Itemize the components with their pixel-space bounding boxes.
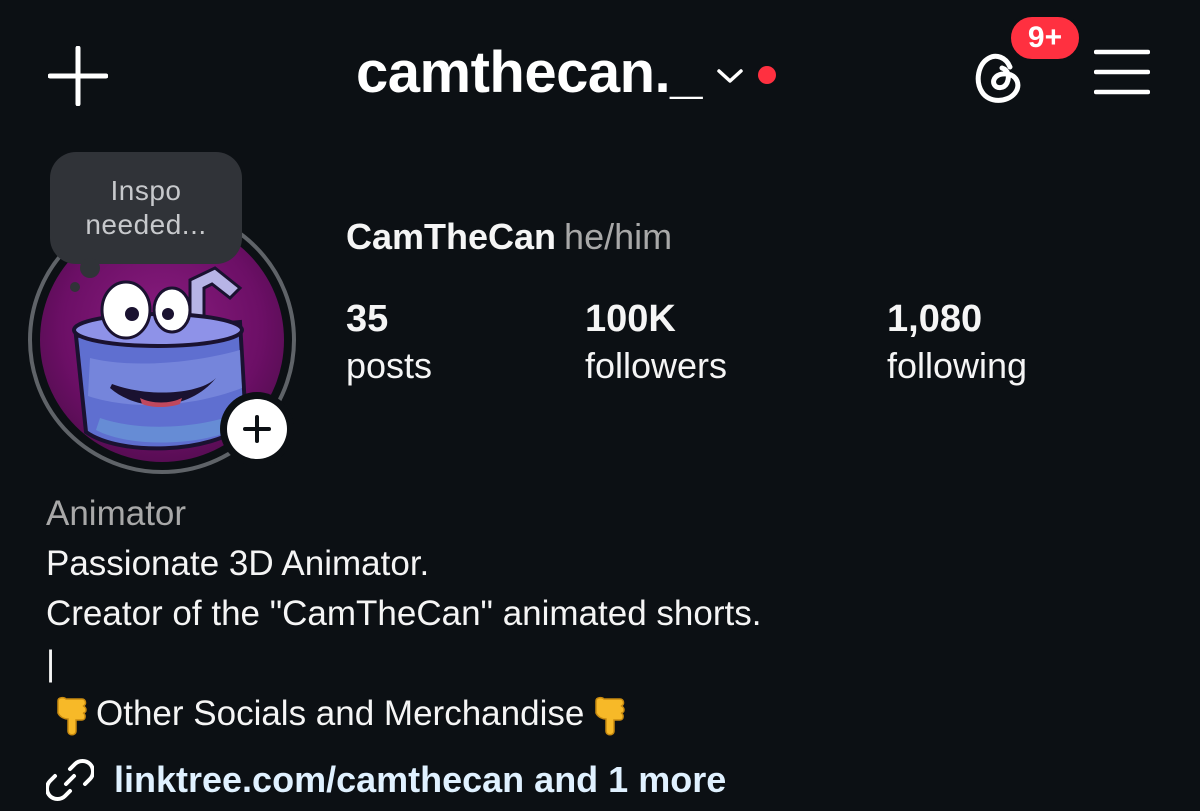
posts-label: posts: [346, 345, 433, 386]
followers-label: followers: [585, 345, 728, 386]
notification-badge: 9+: [1008, 14, 1082, 62]
pronouns: he/him: [564, 216, 673, 257]
pointing-down-hand-icon: [595, 696, 626, 736]
bio-link[interactable]: linktree.com/camthecan and 1 more: [46, 756, 726, 804]
add-story-button[interactable]: [220, 392, 294, 466]
unread-dot: [757, 66, 776, 84]
profile-name-line: CamTheCan he/him: [346, 214, 672, 260]
link-text[interactable]: linktree.com/camthecan and 1 more: [114, 756, 726, 804]
display-name: CamTheCan: [346, 216, 557, 257]
bio-line: Other Socials and Merchandise: [52, 690, 628, 738]
plus-icon: [243, 415, 271, 443]
note-text-line2: needed...: [85, 209, 207, 240]
following-label: following: [887, 345, 1028, 386]
posts-count: 35: [346, 298, 389, 340]
account-switcher[interactable]: camthecan._: [356, 38, 776, 108]
chevron-down-icon[interactable]: [716, 66, 744, 86]
bio-line: Creator of the "CamTheCan" animated shor…: [46, 594, 762, 633]
bio-line: |: [46, 644, 56, 683]
following-count: 1,080: [887, 298, 983, 340]
note-bubble-tail-small: [70, 282, 80, 292]
note-text-line1: Inspo: [110, 175, 182, 206]
note-bubble-tail: [80, 258, 100, 278]
bio-line: Passionate 3D Animator.: [46, 544, 430, 583]
username[interactable]: camthecan._: [356, 38, 702, 108]
create-plus-icon[interactable]: [47, 45, 109, 107]
bio-line-text: Other Socials and Merchandise: [96, 694, 585, 733]
pointing-down-hand-icon: [57, 696, 87, 736]
link-icon: [46, 759, 94, 801]
add-story-circle: [227, 399, 287, 459]
followers-count: 100K: [585, 298, 676, 340]
profile-note-bubble[interactable]: Inspo needed...: [50, 152, 242, 264]
profile-category: Animator: [46, 494, 187, 533]
following-stat[interactable]: 1,080 following: [887, 296, 1027, 390]
hamburger-menu-icon[interactable]: [1093, 48, 1151, 96]
followers-stat[interactable]: 100K followers: [585, 296, 727, 390]
posts-stat[interactable]: 35 posts: [346, 296, 432, 390]
